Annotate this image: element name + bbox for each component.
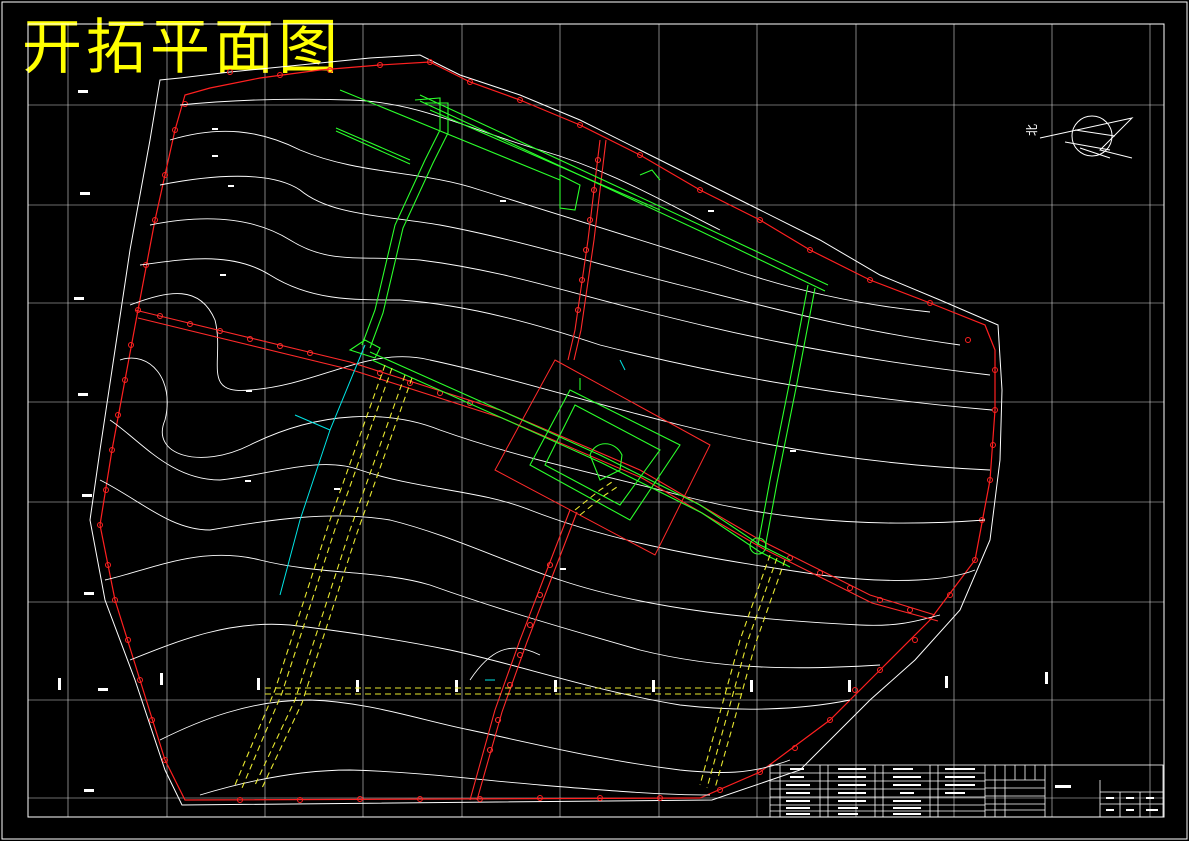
north-arrow-label: 北 [1025, 124, 1039, 136]
topographic-contours [99, 98, 993, 796]
red-inclined-roadway [469, 509, 578, 801]
title-block [769, 764, 1164, 818]
roadway-markers [157, 313, 913, 613]
green-development-works [335, 89, 829, 568]
mine-plan-drawing: 北 [1, 1, 1188, 840]
title-block-text-marks [786, 768, 1158, 815]
inner-frame [27, 23, 1165, 818]
north-arrow-icon [1039, 115, 1134, 159]
coordinate-grid [28, 24, 1164, 817]
shaft-protection-pillar [494, 359, 711, 556]
yellow-inclined-shafts [234, 364, 786, 789]
